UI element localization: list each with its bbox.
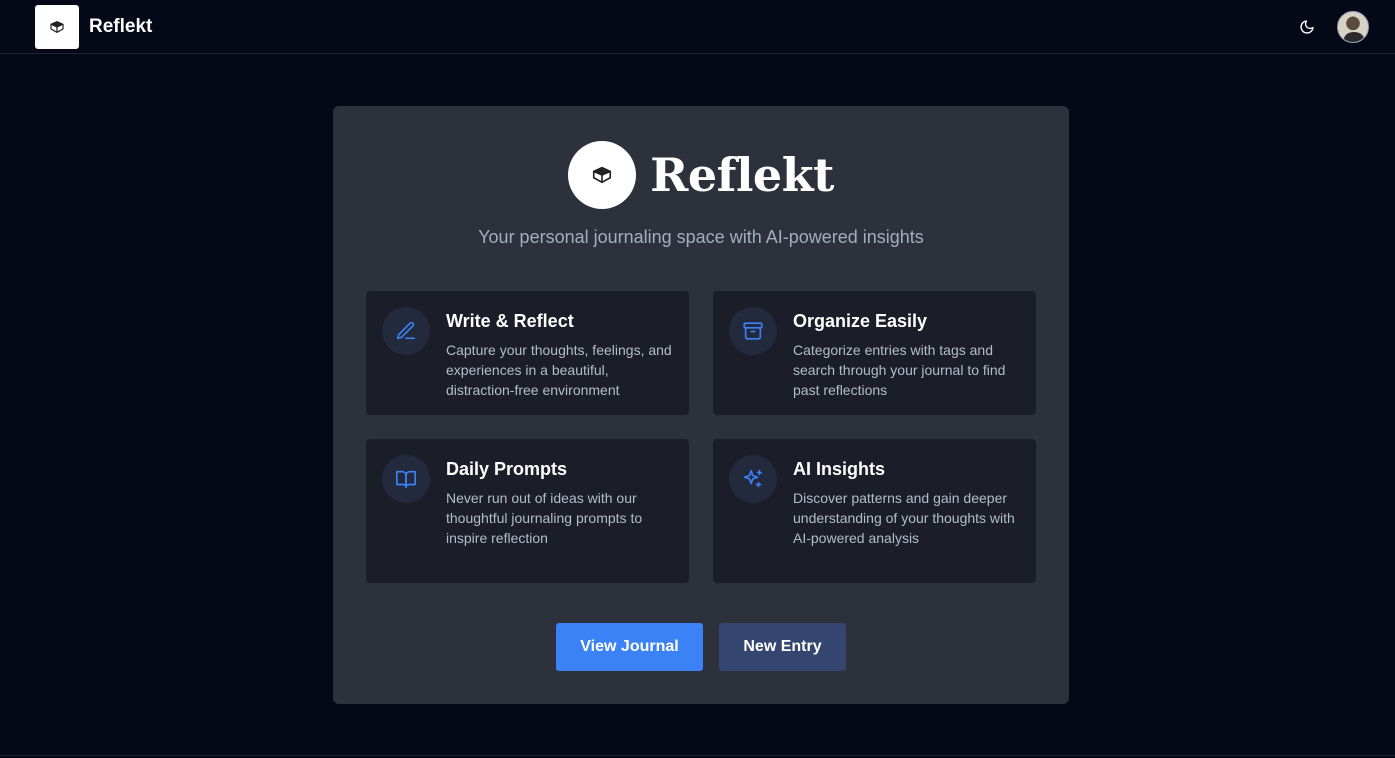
- hero: Reflekt: [333, 141, 1069, 209]
- feature-description: Categorize entries with tags and search …: [793, 342, 1006, 398]
- feature-card-organize: Organize Easily Categorize entries with …: [713, 291, 1036, 415]
- open-book-icon: [382, 455, 430, 503]
- theme-toggle-button[interactable]: [1293, 13, 1321, 41]
- sparkles-icon: [729, 455, 777, 503]
- feature-title: Daily Prompts: [446, 459, 568, 479]
- moon-icon: [1300, 19, 1314, 34]
- top-actions: [1293, 10, 1369, 43]
- footer-divider: [0, 755, 1395, 756]
- page-subtitle: Your personal journaling space with AI-p…: [478, 227, 924, 247]
- feature-title: AI Insights: [793, 459, 886, 479]
- book-logo-icon: [35, 4, 79, 49]
- brand-name: Reflekt: [89, 15, 153, 37]
- brand[interactable]: Reflekt: [35, 4, 153, 49]
- book-logo-icon: [568, 141, 637, 209]
- feature-title: Write & Reflect: [446, 311, 574, 331]
- new-entry-button[interactable]: New Entry: [719, 623, 846, 671]
- avatar[interactable]: [1337, 10, 1369, 43]
- feature-card-ai-insights: AI Insights Discover patterns and gain d…: [713, 439, 1036, 583]
- feature-card-prompts: Daily Prompts Never run out of ideas wit…: [366, 439, 689, 583]
- feature-card-write: Write & Reflect Capture your thoughts, f…: [366, 291, 689, 415]
- page-title: Reflekt: [650, 148, 834, 202]
- feature-description: Never run out of ideas with our thoughtf…: [446, 490, 643, 546]
- top-navigation-bar: Reflekt: [0, 0, 1395, 54]
- view-journal-button[interactable]: View Journal: [556, 623, 703, 671]
- feature-description: Capture your thoughts, feelings, and exp…: [446, 342, 672, 398]
- welcome-card: Reflekt Your personal journaling space w…: [333, 106, 1069, 704]
- feature-title: Organize Easily: [793, 311, 928, 331]
- feature-description: Discover patterns and gain deeper unders…: [793, 490, 1015, 546]
- pencil-icon: [382, 307, 430, 355]
- archive-icon: [729, 307, 777, 355]
